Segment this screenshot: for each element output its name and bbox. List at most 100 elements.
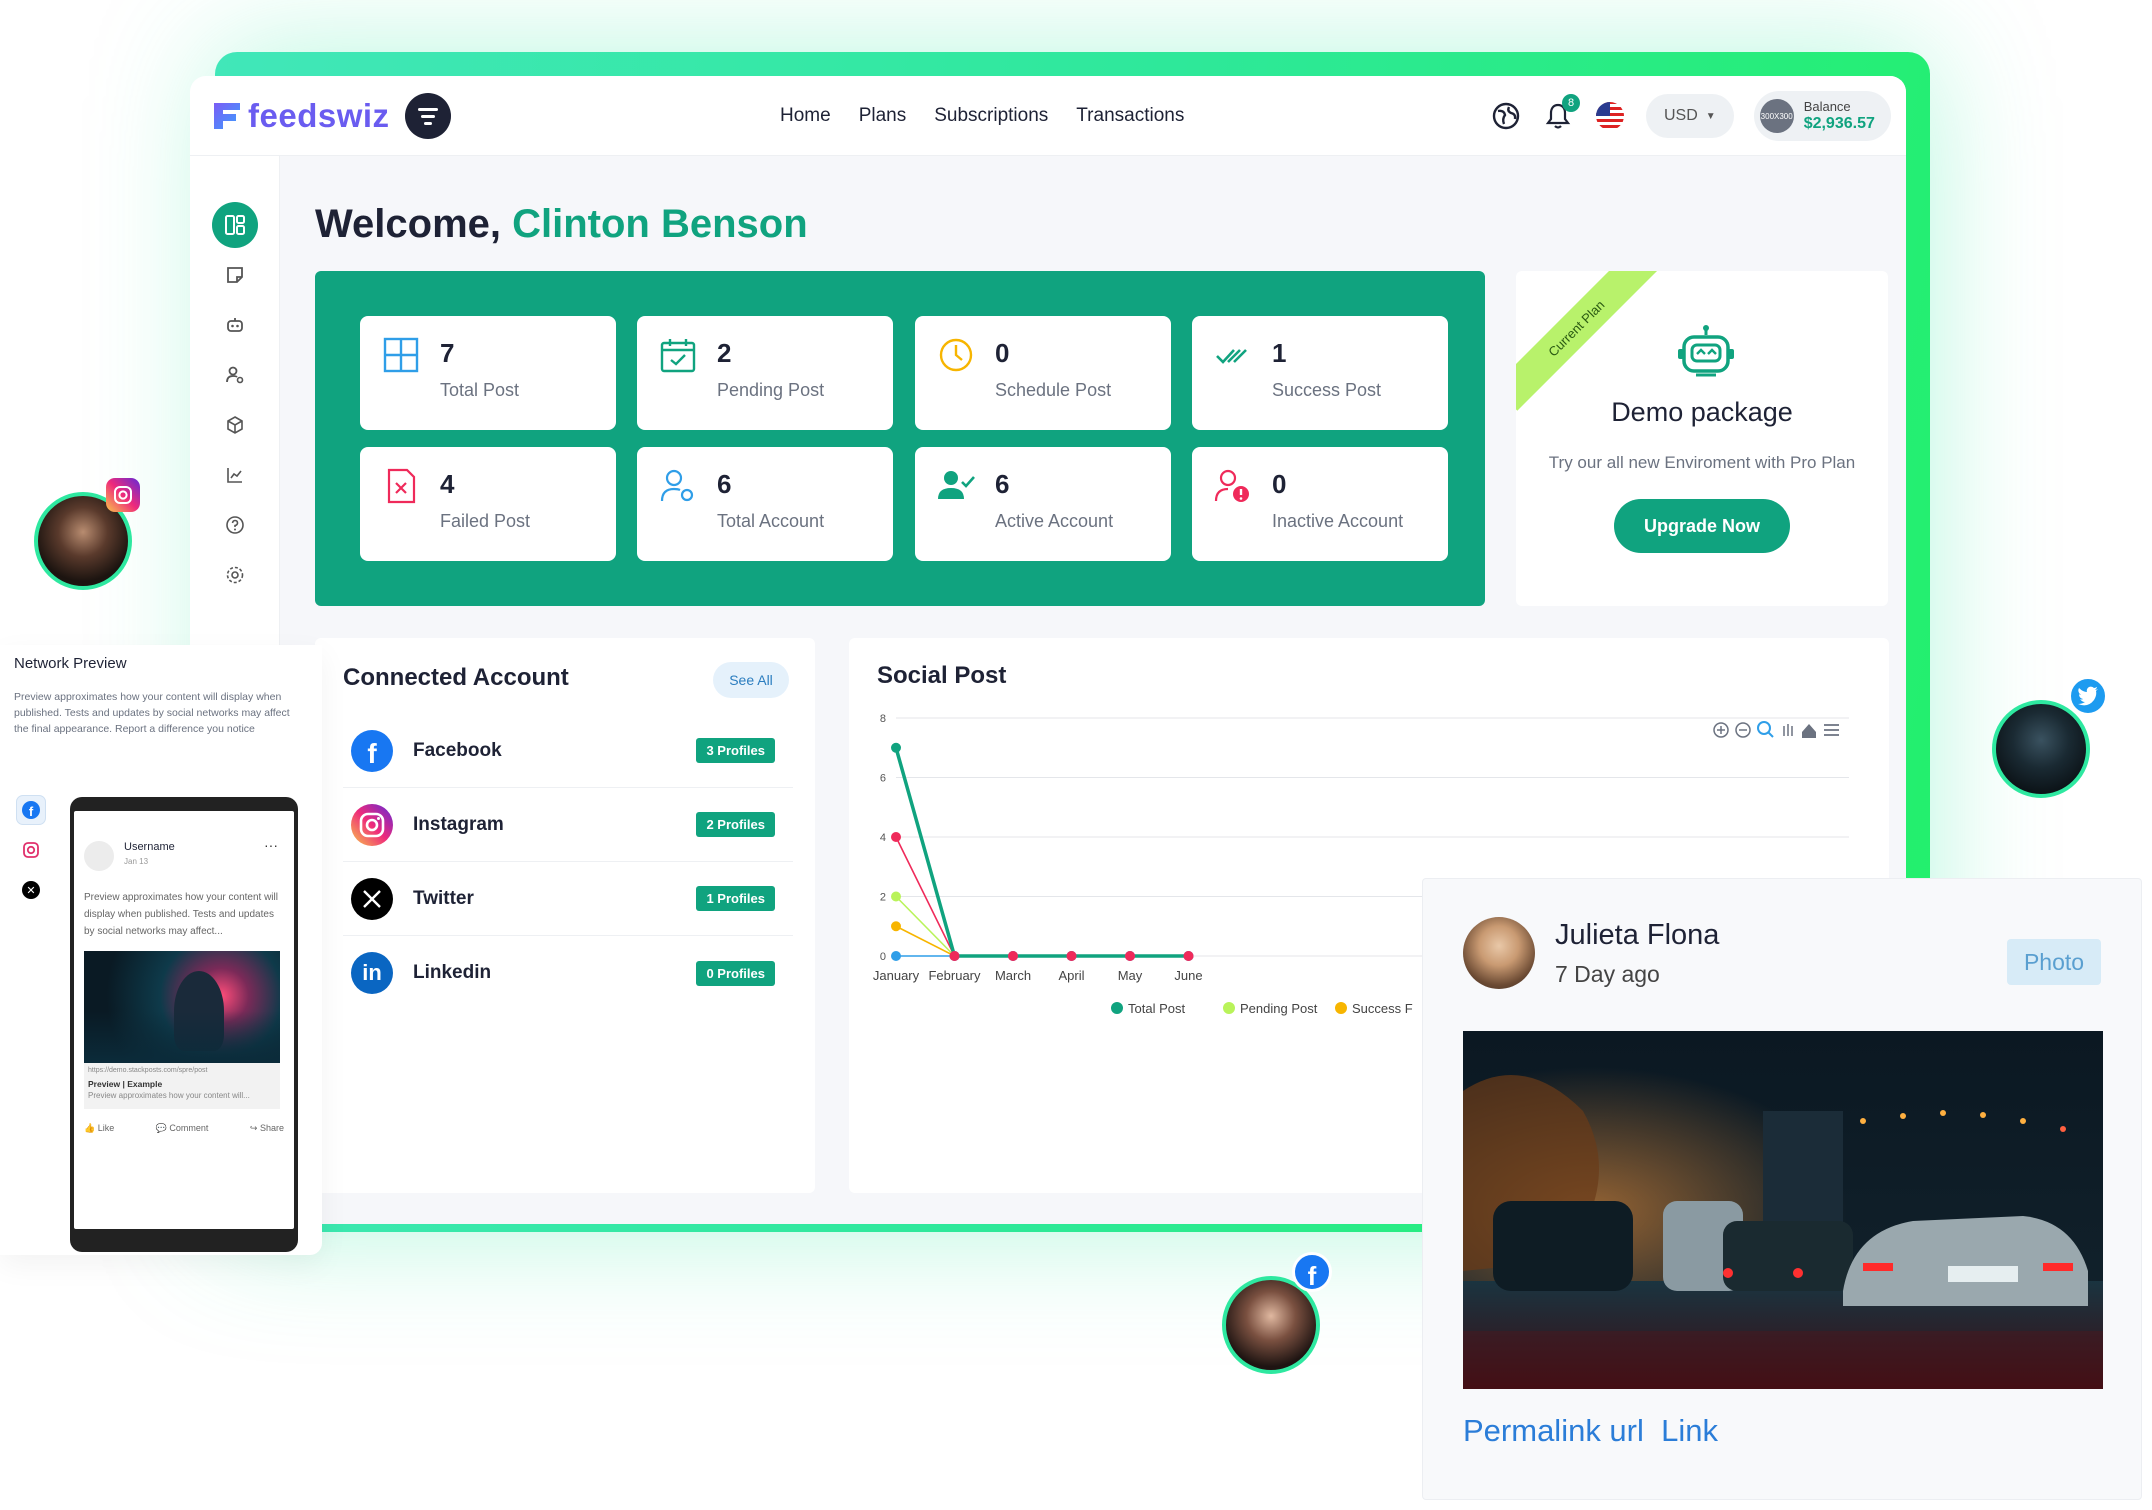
- sidebar-item-accounts[interactable]: [212, 352, 258, 398]
- floating-avatar-twitter: [1992, 700, 2090, 798]
- stat-total-post[interactable]: 7 Total Post: [360, 316, 616, 430]
- like-button[interactable]: 👍 Like: [84, 1123, 114, 1134]
- promo-stage: feedswiz Home Plans Subscriptions Transa…: [0, 0, 2152, 1510]
- instagram-icon: [106, 478, 140, 512]
- balance-amount: $2,936.57: [1803, 115, 1875, 132]
- account-row-twitter[interactable]: Twitter 1 Profiles: [343, 862, 793, 936]
- nav-subscriptions[interactable]: Subscriptions: [934, 105, 1048, 127]
- brand-logo[interactable]: feedswiz: [210, 94, 390, 138]
- data-point[interactable]: [1066, 951, 1077, 961]
- menu-toggle-button[interactable]: [405, 93, 451, 139]
- stat-success-post[interactable]: 1 Success Post: [1192, 316, 1448, 430]
- stat-active-account[interactable]: 6 Active Account: [915, 447, 1171, 561]
- upgrade-now-button[interactable]: Upgrade Now: [1614, 499, 1790, 553]
- feedswiz-logo-icon: [214, 103, 240, 129]
- link-description: Preview approximates how your content wi…: [88, 1091, 250, 1100]
- sidebar-item-ai[interactable]: [212, 302, 258, 348]
- x-tick-label: May: [1118, 968, 1143, 983]
- stat-inactive-account[interactable]: 0 Inactive Account: [1192, 447, 1448, 561]
- balance-label: Balance: [1803, 99, 1851, 114]
- y-tick-label: 2: [880, 892, 886, 904]
- legend-marker: [1111, 1002, 1123, 1014]
- post-photo: [1463, 1031, 2103, 1389]
- preview-tab-facebook[interactable]: f: [16, 795, 46, 825]
- currency-select[interactable]: USD ▼: [1646, 94, 1734, 138]
- post-text: Preview approximates how your content wi…: [84, 892, 278, 937]
- data-point[interactable]: [891, 832, 901, 842]
- user-gear-icon: [660, 469, 694, 502]
- link-url: https://demo.stackposts.com/spre/post: [88, 1067, 208, 1074]
- legend-label[interactable]: Success F: [1352, 1001, 1413, 1016]
- notification-count: 8: [1562, 94, 1580, 112]
- preview-tab-instagram[interactable]: [16, 835, 46, 865]
- sidebar-item-settings[interactable]: [212, 552, 258, 598]
- balance-widget[interactable]: 300X300 Balance $2,936.57: [1753, 91, 1891, 141]
- top-header: feedswiz Home Plans Subscriptions Transa…: [190, 76, 1906, 156]
- help-circle-icon: [226, 516, 244, 534]
- facebook-icon: f: [351, 729, 393, 772]
- us-flag-icon[interactable]: [1594, 100, 1626, 132]
- stat-schedule-post[interactable]: 0 Schedule Post: [915, 316, 1171, 430]
- comment-button[interactable]: 💬 Comment: [156, 1123, 209, 1134]
- nav-transactions[interactable]: Transactions: [1076, 105, 1184, 127]
- data-point[interactable]: [891, 921, 901, 932]
- sidebar-item-dashboard[interactable]: [212, 202, 258, 248]
- stat-label: Active Account: [995, 511, 1114, 531]
- account-name: Twitter: [413, 887, 474, 909]
- link-preview[interactable]: https://demo.stackposts.com/spre/post Pr…: [84, 1063, 280, 1109]
- x-tick-label: March: [995, 968, 1031, 983]
- data-point[interactable]: [949, 951, 960, 961]
- brand-name: feedswiz: [248, 97, 390, 134]
- user-alert-icon: [1214, 469, 1249, 502]
- permalink-link[interactable]: Permalink url Link: [1463, 1413, 1718, 1449]
- globe-icon[interactable]: [1490, 100, 1522, 132]
- image-placeholder-icon: [84, 841, 114, 871]
- settings-gear-icon: [226, 566, 244, 584]
- notification-bell-icon[interactable]: 8: [1542, 94, 1580, 132]
- grid-icon: [383, 337, 419, 373]
- data-point[interactable]: [891, 951, 901, 961]
- pan-hand-icon[interactable]: [1783, 724, 1793, 736]
- nav-plans[interactable]: Plans: [859, 105, 907, 127]
- data-point[interactable]: [1183, 951, 1194, 961]
- panel-title: Network Preview: [14, 655, 127, 672]
- x-twitter-icon: ✕: [22, 881, 40, 899]
- stat-label: Total Account: [717, 511, 825, 531]
- network-preview-panel: Network Preview Preview approximates how…: [0, 645, 322, 1255]
- avatar: 300X300: [1759, 99, 1794, 133]
- home-reset-icon[interactable]: [1802, 724, 1816, 738]
- data-point[interactable]: [891, 742, 901, 753]
- sidebar-item-reports[interactable]: [212, 452, 258, 498]
- sidebar-item-help[interactable]: [212, 502, 258, 548]
- post-actions: 👍 Like 💬 Comment ↪ Share: [84, 1123, 284, 1134]
- user-name: Clinton Benson: [512, 202, 808, 246]
- sidebar-item-posts[interactable]: [212, 252, 258, 298]
- legend-label[interactable]: Pending Post: [1240, 1001, 1318, 1016]
- stat-failed-post[interactable]: 4 Failed Post: [360, 447, 616, 561]
- more-options-icon[interactable]: ···: [264, 837, 278, 853]
- account-row-instagram[interactable]: Instagram 2 Profiles: [343, 788, 793, 862]
- data-point[interactable]: [891, 891, 901, 902]
- chart-menu-icon[interactable]: [1824, 724, 1839, 736]
- chart-line-icon: [227, 468, 242, 483]
- data-point[interactable]: [1125, 951, 1135, 961]
- data-point[interactable]: [1008, 951, 1018, 961]
- profiles-badge: 1 Profiles: [696, 886, 775, 911]
- preview-tab-twitter[interactable]: ✕: [16, 875, 46, 905]
- account-row-linkedin[interactable]: in Linkedin 0 Profiles: [343, 936, 793, 1010]
- share-button[interactable]: ↪ Share: [250, 1123, 284, 1134]
- phone-mockup: Username Jan 13 ··· Preview approximates…: [70, 797, 298, 1252]
- stat-pending-post[interactable]: 2 Pending Post: [637, 316, 893, 430]
- plan-description: Try our all new Enviroment with Pro Plan: [1548, 453, 1856, 472]
- see-all-button[interactable]: See All: [713, 662, 789, 698]
- robot-icon: [227, 318, 243, 332]
- stat-total-account[interactable]: 6 Total Account: [637, 447, 893, 561]
- dashboard-icon: [225, 215, 245, 235]
- sidebar-item-packages[interactable]: [212, 402, 258, 448]
- y-tick-label: 6: [880, 773, 886, 785]
- legend-label[interactable]: Total Post: [1128, 1001, 1185, 1016]
- account-row-facebook[interactable]: f Facebook 3 Profiles: [343, 714, 793, 788]
- stats-panel: 7 Total Post 2 Pending Post 0 Schedule P…: [315, 271, 1485, 606]
- clock-icon: [939, 338, 973, 372]
- nav-home[interactable]: Home: [780, 105, 831, 127]
